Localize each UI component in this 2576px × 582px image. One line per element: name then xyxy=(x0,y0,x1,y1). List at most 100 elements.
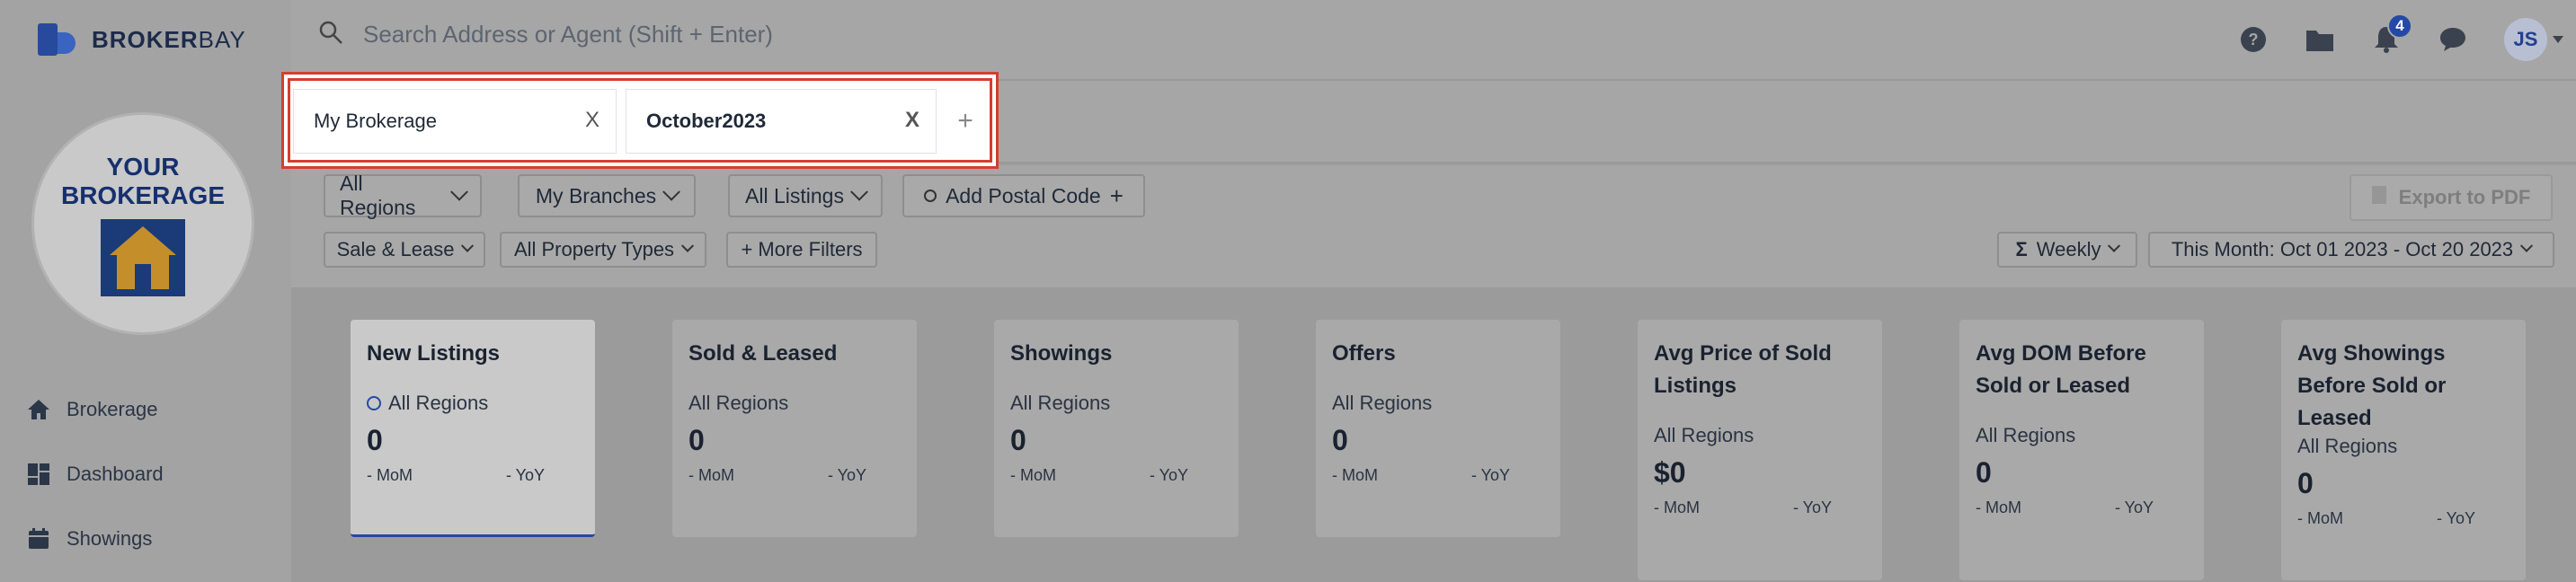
bell-icon[interactable]: 4 xyxy=(2371,13,2412,55)
listings-filter[interactable]: All Listings xyxy=(728,174,883,217)
metric-card-avg-price[interactable]: Avg Price of Sold Listings All Regions $… xyxy=(1638,320,1882,580)
sidebar: BROKERBAY YOUR BROKERAGE Brokerage Dashb… xyxy=(0,0,291,582)
search-input[interactable] xyxy=(363,21,1172,48)
regions-filter[interactable]: All Regions xyxy=(324,172,482,219)
report-tabs-highlight: My Brokerage X October2023 X + xyxy=(281,72,999,169)
sidebar-item-label: Showings xyxy=(67,527,153,550)
card-value: 0 xyxy=(1010,424,1026,456)
date-range-select[interactable]: This Month: Oct 01 2023 - Oct 20 2023 xyxy=(2148,232,2554,268)
card-title: Offers xyxy=(1332,341,1396,366)
more-filters-button[interactable]: + More Filters xyxy=(726,232,877,268)
sidebar-item-brokerage[interactable]: Brokerage xyxy=(27,377,164,442)
circle-icon xyxy=(924,190,937,202)
card-mom: - MoM xyxy=(688,466,734,484)
brokerage-logo-line2: BROKERAGE xyxy=(60,181,225,209)
export-pdf-label: Export to PDF xyxy=(2398,186,2531,208)
folder-icon[interactable] xyxy=(2305,24,2335,55)
sale-lease-label: Sale & Lease xyxy=(336,238,455,260)
dashboard-icon xyxy=(27,463,50,486)
card-value: 0 xyxy=(1332,424,1348,456)
frequency-select[interactable]: Σ Weekly xyxy=(1997,232,2137,268)
tab-my-brokerage[interactable]: My Brokerage X xyxy=(293,89,617,154)
sigma-icon: Σ xyxy=(2015,238,2028,260)
user-menu[interactable]: JS xyxy=(2504,18,2563,61)
card-value: 0 xyxy=(1976,456,1992,489)
chevron-down-icon xyxy=(2520,239,2534,252)
card-mom: - MoM xyxy=(367,466,413,484)
card-title: Avg Showings Before Sold or Leased xyxy=(2297,341,2447,430)
logo-mark-icon xyxy=(38,23,79,56)
metrics-area: New Listings All Regions 0 - MoM - YoY So… xyxy=(291,287,2576,582)
property-types-filter[interactable]: All Property Types xyxy=(500,232,706,268)
top-bar: ? 4 JS xyxy=(291,0,2576,81)
notification-badge: 4 xyxy=(2387,13,2412,39)
metric-card-avg-showings[interactable]: Avg Showings Before Sold or Leased All R… xyxy=(2281,320,2526,580)
card-title: New Listings xyxy=(367,341,501,366)
export-pdf-button[interactable]: Export to PDF xyxy=(2349,174,2553,221)
add-postal-code-button[interactable]: Add Postal Code + xyxy=(902,174,1145,217)
sidebar-nav: Brokerage Dashboard Showings xyxy=(27,377,164,571)
metric-card-avg-dom[interactable]: Avg DOM Before Sold or Leased All Region… xyxy=(1959,320,2204,580)
avatar: JS xyxy=(2504,18,2547,61)
card-mom: - MoM xyxy=(1976,498,2021,516)
card-region: All Regions xyxy=(1654,424,1754,446)
document-icon xyxy=(2371,186,2386,209)
card-region: All Regions xyxy=(1976,424,2076,446)
plus-icon: + xyxy=(1109,181,1124,209)
metric-card-showings[interactable]: Showings All Regions 0 - MoM - YoY xyxy=(994,320,1239,537)
card-yoy: - YoY xyxy=(2436,509,2475,527)
card-value: 0 xyxy=(2297,467,2314,499)
metric-card-sold-leased[interactable]: Sold & Leased All Regions 0 - MoM - YoY xyxy=(672,320,917,537)
card-title: Avg Price of Sold Listings xyxy=(1654,341,1832,398)
frequency-label: Weekly xyxy=(2036,238,2101,260)
postal-code-label: Add Postal Code xyxy=(946,183,1101,207)
property-types-label: All Property Types xyxy=(513,238,675,260)
card-value: 0 xyxy=(367,424,383,456)
chat-icon[interactable] xyxy=(2438,24,2468,55)
chevron-down-icon xyxy=(450,182,468,201)
card-yoy: - YoY xyxy=(827,466,866,484)
card-title: Avg DOM Before Sold or Leased xyxy=(1976,341,2146,398)
calendar-icon xyxy=(27,527,50,551)
card-region: All Regions xyxy=(1010,392,1111,414)
tab-october2023[interactable]: October2023 X xyxy=(626,89,937,154)
metric-card-new-listings[interactable]: New Listings All Regions 0 - MoM - YoY xyxy=(351,320,595,537)
card-mom: - MoM xyxy=(2297,509,2343,527)
brokerbay-logo[interactable]: BROKERBAY xyxy=(38,22,246,57)
chevron-down-icon xyxy=(662,182,681,201)
close-icon[interactable]: X xyxy=(905,108,919,133)
card-yoy: - YoY xyxy=(1792,498,1832,516)
chevron-down-icon xyxy=(461,239,475,252)
radio-icon xyxy=(367,396,381,410)
card-yoy: - YoY xyxy=(1470,466,1510,484)
branches-filter[interactable]: My Branches xyxy=(518,174,696,217)
card-yoy: - YoY xyxy=(2114,498,2154,516)
brokerage-logo: YOUR BROKERAGE xyxy=(34,115,252,332)
metric-card-offers[interactable]: Offers All Regions 0 - MoM - YoY xyxy=(1316,320,1560,537)
search-icon[interactable] xyxy=(318,20,343,49)
close-icon[interactable]: X xyxy=(585,108,600,133)
card-value: 0 xyxy=(688,424,705,456)
house-icon xyxy=(101,219,185,296)
sale-lease-filter[interactable]: Sale & Lease xyxy=(324,232,485,268)
logo-text-bay: BAY xyxy=(198,25,246,53)
chevron-down-icon xyxy=(680,239,695,252)
chevron-down-icon xyxy=(850,182,868,201)
card-title: Showings xyxy=(1010,341,1113,366)
brokerage-logo-line1: YOUR xyxy=(106,153,180,181)
add-tab-button[interactable]: + xyxy=(946,89,985,154)
sidebar-item-showings[interactable]: Showings xyxy=(27,507,164,571)
card-yoy: - YoY xyxy=(505,466,545,484)
chevron-down-icon xyxy=(2108,239,2121,252)
date-range-label: This Month: Oct 01 2023 - Oct 20 2023 xyxy=(2171,238,2514,260)
filters-bar: All Regions My Branches All Listings Add… xyxy=(291,165,2576,287)
help-icon[interactable]: ? xyxy=(2238,24,2269,55)
card-yoy: - YoY xyxy=(1149,466,1188,484)
card-region: All Regions xyxy=(688,392,789,414)
sidebar-item-dashboard[interactable]: Dashboard xyxy=(27,442,164,507)
card-value: $0 xyxy=(1654,456,1686,489)
card-title: Sold & Leased xyxy=(688,341,838,366)
sidebar-item-label: Brokerage xyxy=(67,398,158,420)
card-region: All Regions xyxy=(388,392,489,414)
home-icon xyxy=(27,398,50,421)
